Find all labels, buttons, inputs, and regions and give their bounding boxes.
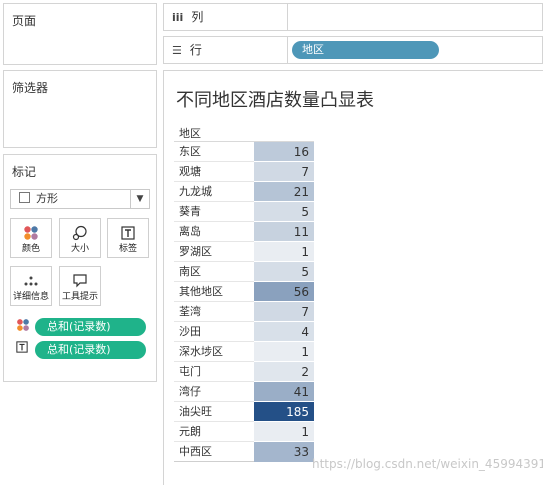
table-bottom-border [174, 461, 254, 462]
region-name: 葵青 [179, 205, 201, 218]
region-dimension-pill[interactable]: 地区 [292, 41, 439, 59]
record-count-cell[interactable]: 33 [254, 442, 314, 462]
label-button[interactable]: 标签 [107, 218, 149, 258]
record-count-cell[interactable]: 7 [254, 162, 314, 182]
rows-shelf[interactable]: ☰ 行 地区 [163, 36, 543, 64]
record-count-cell[interactable]: 5 [254, 262, 314, 282]
size-icon [60, 221, 100, 243]
region-name: 沙田 [179, 325, 201, 338]
record-count-cell[interactable]: 1 [254, 242, 314, 262]
region-name: 深水埗区 [179, 345, 223, 358]
table-row[interactable]: 罗湖区 1 [174, 242, 314, 262]
table-row[interactable]: 东区 16 [174, 142, 314, 162]
record-count-cell[interactable]: 11 [254, 222, 314, 242]
pages-panel[interactable]: 页面 [3, 3, 157, 65]
label-measure-pill[interactable]: 总和(记录数) [35, 341, 146, 359]
columns-label: 列 [191, 10, 204, 24]
region-name: 元朗 [179, 425, 201, 438]
watermark-text: https://blog.csdn.net/weixin_45994391 [312, 457, 543, 471]
record-count-cell[interactable]: 1 [254, 422, 314, 442]
region-name: 九龙城 [179, 185, 212, 198]
region-name: 中西区 [179, 445, 212, 458]
table-row[interactable]: 荃湾 7 [174, 302, 314, 322]
region-name: 观塘 [179, 165, 201, 178]
label-button-label: 标签 [118, 244, 137, 254]
table-row[interactable]: 观塘 7 [174, 162, 314, 182]
region-name: 荃湾 [179, 305, 201, 318]
size-button[interactable]: 大小 [59, 218, 101, 258]
table-row[interactable]: 其他地区 56 [174, 282, 314, 302]
table-row[interactable]: 离岛 11 [174, 222, 314, 242]
mark-type-dropdown[interactable]: 方形 ▼ [10, 189, 150, 209]
size-button-label: 大小 [70, 244, 89, 254]
rows-label: 行 [189, 43, 202, 57]
rows-icon: ☰ [172, 44, 182, 57]
table-row[interactable]: 葵青 5 [174, 202, 314, 222]
record-count-cell[interactable]: 21 [254, 182, 314, 202]
color-button-label: 颜色 [21, 244, 40, 254]
square-mark-icon [19, 192, 30, 203]
record-count-cell[interactable]: 2 [254, 362, 314, 382]
color-measure-pill[interactable]: 总和(记录数) [35, 318, 146, 336]
record-count-cell[interactable]: 1 [254, 342, 314, 362]
table-row[interactable]: 九龙城 21 [174, 182, 314, 202]
detail-icon [11, 269, 51, 291]
region-name: 东区 [179, 145, 201, 158]
color-button[interactable]: 颜色 [10, 218, 52, 258]
tooltip-button[interactable]: 工具提示 [59, 266, 101, 306]
record-count-cell[interactable]: 5 [254, 202, 314, 222]
table-row[interactable]: 湾仔 41 [174, 382, 314, 402]
region-name: 湾仔 [179, 385, 201, 398]
record-count-cell[interactable]: 16 [254, 142, 314, 162]
table-row[interactable]: 油尖旺 185 [174, 402, 314, 422]
tooltip-icon [60, 269, 100, 291]
region-name: 其他地区 [179, 285, 223, 298]
detail-button[interactable]: 详细信息 [10, 266, 52, 306]
color-icon [11, 221, 51, 243]
record-count-cell[interactable]: 7 [254, 302, 314, 322]
pages-panel-title: 页面 [12, 14, 37, 28]
filters-panel-title: 筛选器 [12, 81, 49, 95]
viz-title: 不同地区酒店数量凸显表 [176, 90, 374, 111]
region-name: 离岛 [179, 225, 201, 238]
region-name: 屯门 [179, 365, 201, 378]
rows-shelf-label: ☰ 行 [164, 37, 288, 63]
record-count-cell[interactable]: 185 [254, 402, 314, 422]
columns-shelf[interactable]: iii 列 [163, 3, 543, 31]
tooltip-button-label: 工具提示 [61, 292, 98, 302]
columns-shelf-label: iii 列 [164, 4, 288, 30]
region-name: 油尖旺 [179, 405, 212, 418]
table-row[interactable]: 沙田 4 [174, 322, 314, 342]
table-row[interactable]: 元朗 1 [174, 422, 314, 442]
text-label-icon [108, 221, 148, 243]
record-count-cell[interactable]: 4 [254, 322, 314, 342]
region-name: 罗湖区 [179, 245, 212, 258]
table-row[interactable]: 屯门 2 [174, 362, 314, 382]
color-encoding-icon [16, 318, 30, 335]
table-row[interactable]: 中西区 33 [174, 442, 314, 462]
label-encoding-icon [16, 341, 28, 356]
marks-panel-title: 标记 [12, 165, 37, 179]
record-count-cell[interactable]: 56 [254, 282, 314, 302]
record-count-cell[interactable]: 41 [254, 382, 314, 402]
chevron-down-icon[interactable]: ▼ [130, 190, 149, 208]
detail-button-label: 详细信息 [12, 292, 49, 302]
column-header-region: 地区 [179, 127, 201, 140]
region-name: 南区 [179, 265, 201, 278]
table-row[interactable]: 南区 5 [174, 262, 314, 282]
columns-icon: iii [172, 11, 184, 24]
filters-panel[interactable]: 筛选器 [3, 70, 157, 148]
mark-type-label: 方形 [36, 192, 58, 205]
table-row[interactable]: 深水埗区 1 [174, 342, 314, 362]
